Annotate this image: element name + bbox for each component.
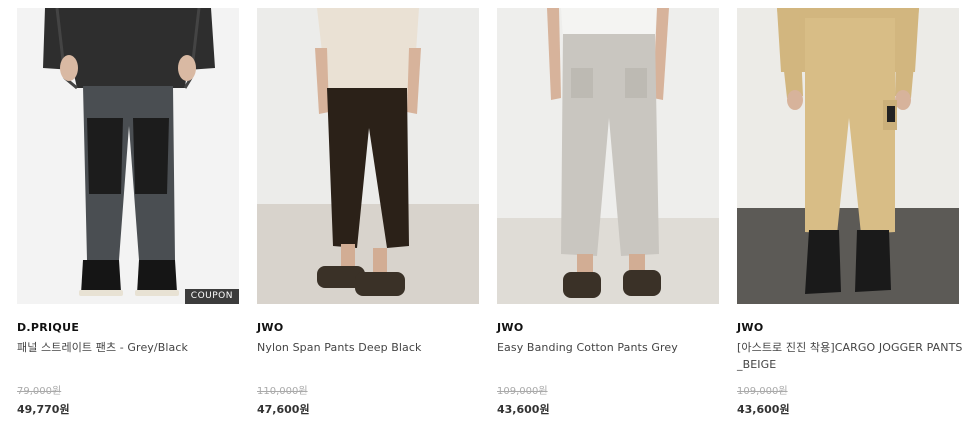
product-photo — [257, 8, 479, 304]
coupon-badge: COUPON — [184, 289, 239, 304]
brand-name[interactable]: D.PRIQUE — [17, 321, 79, 334]
original-price: 110,000원 — [257, 386, 308, 397]
sale-price: 43,600원 — [497, 403, 550, 416]
brand-name[interactable]: JWO — [257, 321, 283, 334]
brand-name[interactable]: JWO — [737, 321, 763, 334]
product-card[interactable]: COUPON D.PRIQUE 패널 스트레이트 팬츠 - Grey/Black… — [17, 8, 239, 416]
product-name[interactable]: Nylon Span Pants Deep Black — [257, 339, 487, 356]
sale-price: 47,600원 — [257, 403, 310, 416]
product-photo — [737, 8, 959, 304]
product-name[interactable]: [아스트로 진진 착용]CARGO JOGGER PANTS_BEIGE — [737, 339, 967, 373]
sale-price: 49,770원 — [17, 403, 70, 416]
original-price: 79,000원 — [17, 386, 62, 397]
product-card[interactable]: JWO Easy Banding Cotton Pants Grey 109,0… — [497, 8, 719, 416]
product-image[interactable] — [497, 8, 719, 304]
original-price: 109,000원 — [737, 386, 788, 397]
product-photo — [17, 8, 239, 304]
product-card[interactable]: JWO Nylon Span Pants Deep Black 110,000원… — [257, 8, 479, 416]
product-image[interactable] — [257, 8, 479, 304]
product-name[interactable]: Easy Banding Cotton Pants Grey — [497, 339, 727, 356]
product-image[interactable]: COUPON — [17, 8, 239, 304]
product-image[interactable] — [737, 8, 959, 304]
brand-name[interactable]: JWO — [497, 321, 523, 334]
sale-price: 43,600원 — [737, 403, 790, 416]
product-photo — [497, 8, 719, 304]
product-card[interactable]: JWO [아스트로 진진 착용]CARGO JOGGER PANTS_BEIGE… — [737, 8, 962, 416]
product-name[interactable]: 패널 스트레이트 팬츠 - Grey/Black — [17, 339, 247, 356]
original-price: 109,000원 — [497, 386, 548, 397]
